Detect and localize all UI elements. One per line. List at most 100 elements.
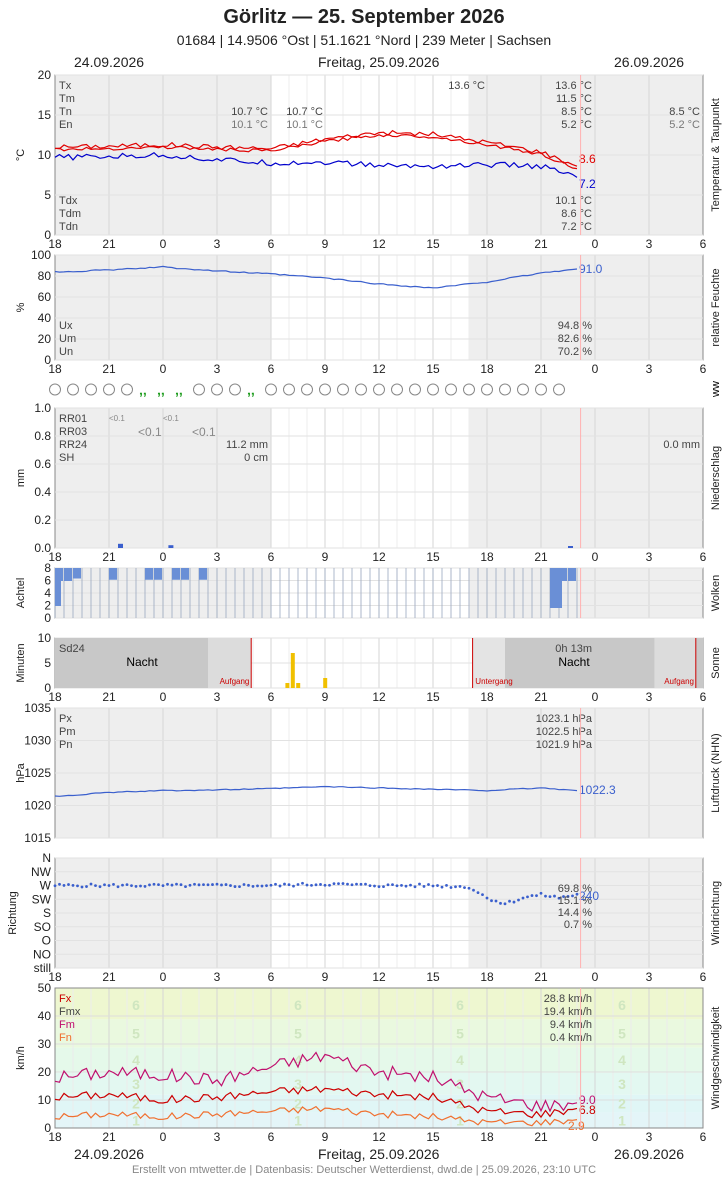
humidity-xtick: 18 <box>48 362 62 376</box>
sun-xtick: 9 <box>322 690 329 704</box>
beaufort-label: 5 <box>618 1026 626 1042</box>
wind-dir-point <box>310 883 313 887</box>
clear-sky-icon <box>517 383 529 396</box>
next-en: 5.2 °C <box>669 119 700 131</box>
last-fn-label: 2.9 <box>568 1119 585 1133</box>
wind-speed-xtick: 18 <box>480 1130 494 1144</box>
drizzle-icon: ‚‚ <box>157 382 165 398</box>
wind-dir-point <box>202 883 205 887</box>
wind-dir-point <box>323 883 327 887</box>
beaufort-label: 1 <box>132 1112 140 1128</box>
wind-speed-ytick: 50 <box>38 981 52 995</box>
cloud-bar <box>64 568 72 581</box>
wind-dir-point <box>148 883 151 887</box>
precip-xtick: 3 <box>646 550 653 564</box>
dew-stats-key: Tdm <box>59 208 81 220</box>
wind-stat-value: 28.8 km/h <box>544 993 592 1005</box>
precip-label: RR03 <box>59 426 87 438</box>
clear-sky-icon <box>553 383 565 396</box>
sunrise-label-2: Aufgang <box>664 677 694 686</box>
wind-dir-point <box>188 883 192 887</box>
temp-stats-key: Tn <box>59 106 72 118</box>
wind-dir-ytick: N <box>42 851 51 865</box>
wind-stat-key: Fx <box>59 993 72 1005</box>
wind-dir-point <box>454 885 457 889</box>
wind-dir-point <box>544 894 547 898</box>
wind-dir-ytick: O <box>42 934 51 948</box>
wind-dir-point <box>499 901 502 905</box>
clear-sky-icon <box>535 383 547 396</box>
wind-dir-point <box>521 896 525 900</box>
wind-dir-stat: 14.4 % <box>558 907 592 919</box>
wind-dir-point <box>175 882 178 886</box>
precip-xtick: 15 <box>426 550 440 564</box>
wind-dir-xtick: 0 <box>160 970 167 984</box>
drizzle-icon: ‚‚ <box>247 382 255 398</box>
humidity-ytick: 60 <box>38 290 52 304</box>
last-fm-label: 6.8 <box>579 1103 596 1117</box>
wind-dir-point <box>445 883 448 887</box>
sun-xtick: 3 <box>646 690 653 704</box>
precip-ylabel: mm <box>15 469 27 487</box>
wind-dir-point <box>404 884 408 888</box>
last-temp-label: 8.6 <box>579 152 596 166</box>
wind-dir-point <box>332 882 336 886</box>
clear-sky-icon <box>211 383 223 396</box>
wind-dir-panel: WindrichtungRichtungNNWWSWSSOONOstill18 2… <box>7 851 722 984</box>
wind-dir-point <box>431 884 435 888</box>
temperature-xtick: 0 <box>592 237 599 251</box>
temp-stats-key: Tm <box>59 93 75 105</box>
sun-xtick: 15 <box>426 690 440 704</box>
sun-xtick: 18 <box>480 690 494 704</box>
beaufort-label: 1 <box>294 1112 302 1128</box>
dew-stats-value: 8.6 °C <box>561 208 592 220</box>
wind-stat-value: 0.4 km/h <box>550 1032 592 1044</box>
temperature-xtick: 18 <box>480 237 494 251</box>
temperature-xtick: 6 <box>700 237 707 251</box>
cloud-bar <box>154 568 162 580</box>
weather-charts: Temperatur & Taupunkt°C2015105018 21 0 3 6 9 1… <box>7 68 722 1144</box>
sun-bar <box>285 683 290 688</box>
wind-speed-xtick: 3 <box>214 1130 221 1144</box>
precip-ytick: 0.4 <box>34 485 51 499</box>
wind-dir-point <box>364 882 367 886</box>
wind-dir-point <box>85 885 88 888</box>
wind-dir-point <box>481 893 484 897</box>
wind-dir-point <box>197 883 201 887</box>
wind-speed-xtick: 21 <box>102 1130 116 1144</box>
wind-speed-xtick: 6 <box>268 1130 275 1144</box>
wind-dir-point <box>386 883 390 887</box>
last-humidity-label: 91.0 <box>579 262 603 276</box>
wind-dir-point <box>143 884 147 888</box>
wind-dir-point <box>427 883 430 886</box>
wind-dir-xtick: 12 <box>372 970 386 984</box>
precip-xtick: 0 <box>592 550 599 564</box>
humidity-ylabel: % <box>15 302 27 312</box>
pressure-panel: Luftdruck (NHN)hPa10351030102510201015Px… <box>15 701 722 845</box>
wind-dir-point <box>71 883 75 887</box>
wind-dir-xtick: 21 <box>534 970 548 984</box>
temperature-ytick: 20 <box>38 68 52 82</box>
clear-sky-icon <box>121 383 133 396</box>
wind-dir-point <box>179 883 183 887</box>
clear-sky-icon <box>193 383 205 396</box>
temperature-xtick: 21 <box>102 237 116 251</box>
wind-dir-xtick: 9 <box>322 970 329 984</box>
clear-sky-icon <box>319 383 331 396</box>
wind-dir-point <box>377 885 381 889</box>
precip-xtick: 6 <box>268 550 275 564</box>
rr03-b: <0.1 <box>192 425 216 439</box>
wind-dir-point <box>535 894 538 898</box>
precip-bar <box>568 546 573 548</box>
wind-dir-point <box>490 899 493 903</box>
cloud-bar <box>181 568 189 580</box>
wind-speed-xtick: 0 <box>160 1130 167 1144</box>
temperature-xtick: 3 <box>214 237 221 251</box>
pressure-ytick: 1020 <box>24 799 51 813</box>
sun-side-label: Sonne <box>710 647 722 679</box>
clear-sky-icon <box>265 383 277 396</box>
wind-dir-point <box>269 883 273 887</box>
sun-xtick: 6 <box>268 690 275 704</box>
wind-dir-point <box>508 899 511 903</box>
rr03-a: <0.1 <box>138 425 162 439</box>
